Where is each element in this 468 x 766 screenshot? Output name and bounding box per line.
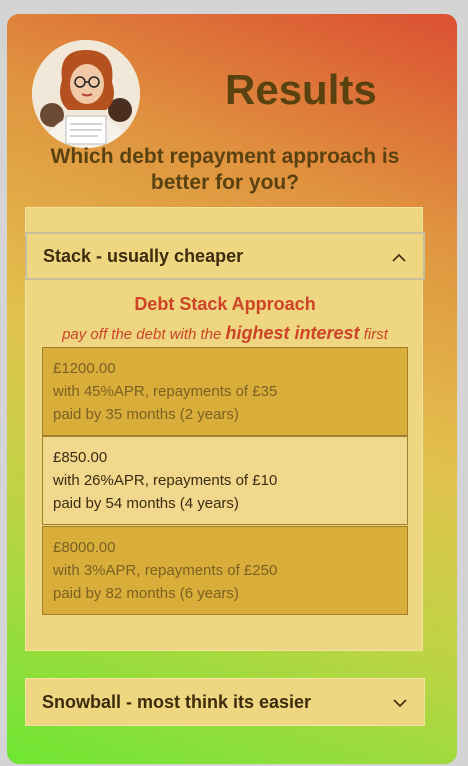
accordion-snowball-header[interactable]: Snowball - most think its easier xyxy=(25,678,425,726)
debt-amount: £850.00 xyxy=(53,449,108,466)
debt-terms: with 45%APR, repayments of £35 xyxy=(53,383,278,400)
debt-item: £8000.00 with 3%APR, repayments of £250 … xyxy=(42,526,408,615)
accordion-snowball-label: Snowball - most think its easier xyxy=(42,691,312,712)
debt-terms: with 3%APR, repayments of £250 xyxy=(53,562,278,579)
chevron-down-icon xyxy=(393,699,407,708)
debt-amount: £8000.00 xyxy=(53,539,116,556)
woman-avatar-icon xyxy=(32,40,140,148)
question-heading: Which debt repayment approach is better … xyxy=(50,145,400,194)
highest-interest-emphasis: highest interest xyxy=(225,323,360,343)
debt-payoff: paid by 82 months (6 years) xyxy=(53,585,239,602)
accordion-stack-label: Stack - usually cheaper xyxy=(43,245,244,266)
avatar xyxy=(32,40,140,148)
page-title: Results xyxy=(225,66,377,113)
debt-item: £1200.00 with 45%APR, repayments of £35 … xyxy=(42,347,408,436)
debt-payoff: paid by 35 months (2 years) xyxy=(53,406,239,423)
approach-title: Debt Stack Approach xyxy=(134,294,316,314)
accordion-stack-header[interactable]: Stack - usually cheaper xyxy=(25,232,425,280)
approach-description: pay off the debt with the highest intere… xyxy=(62,323,388,343)
debt-terms: with 26%APR, repayments of £10 xyxy=(53,472,278,489)
debt-item: £850.00 with 26%APR, repayments of £10 p… xyxy=(42,436,408,525)
debt-amount: £1200.00 xyxy=(53,360,116,377)
chevron-up-icon xyxy=(392,253,406,262)
debt-payoff: paid by 54 months (4 years) xyxy=(53,495,239,512)
